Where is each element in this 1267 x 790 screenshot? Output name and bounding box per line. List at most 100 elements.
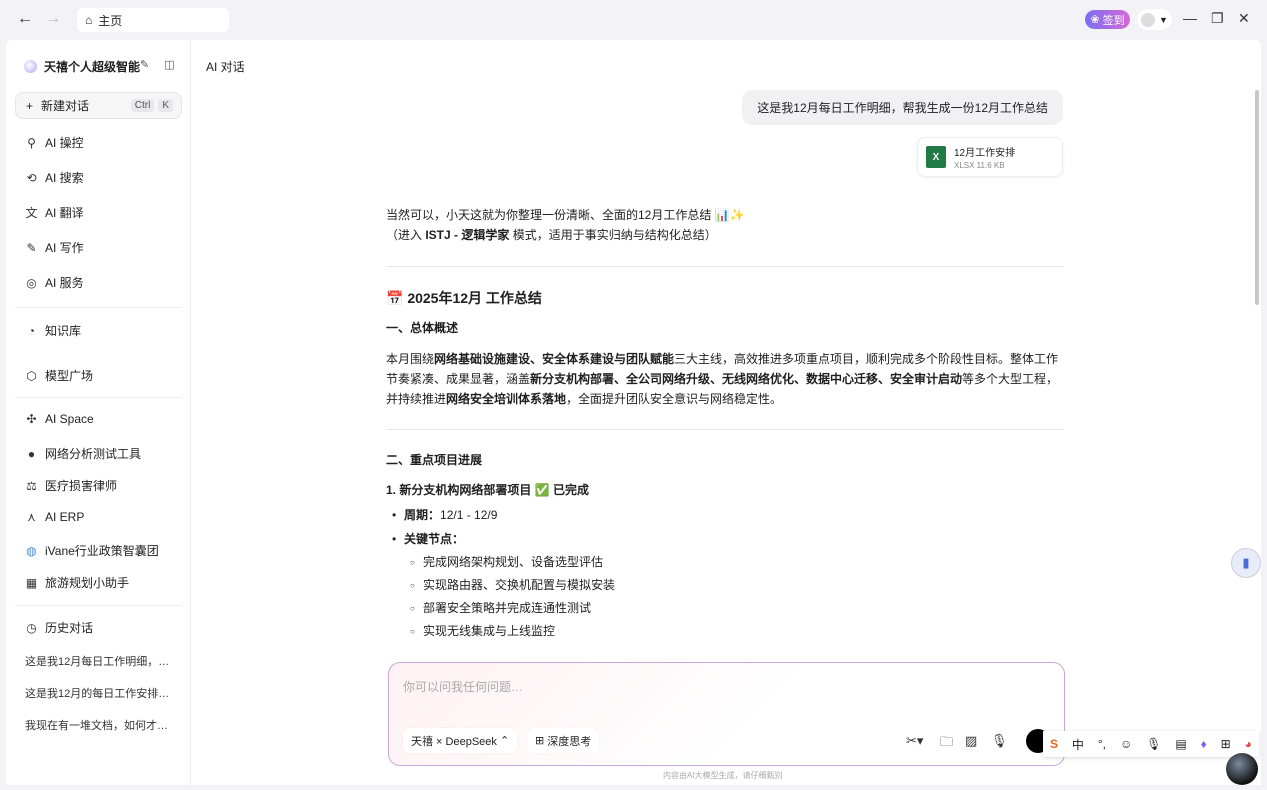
pen-icon: ✎	[26, 240, 37, 255]
folder-upload-icon[interactable]: 🗀	[940, 733, 953, 755]
summary-heading: 📅 2025年12月 工作总结	[386, 290, 542, 306]
agent-avatar-icon: ⚖	[26, 478, 37, 493]
assistant-response: 当然可以，小天这就为你整理一份清晰、全面的12月工作总结 📊✨ （进入 ISTJ…	[386, 205, 1064, 643]
translate-icon: 文	[25, 206, 38, 220]
shortcut-key: K	[158, 99, 173, 112]
divider	[15, 397, 182, 398]
avatar	[1141, 12, 1156, 27]
scissors-icon[interactable]: ✂▾	[906, 733, 923, 749]
service-icon: ◎	[26, 275, 37, 290]
microphone-icon[interactable]: 🎙	[991, 733, 1008, 749]
agent-avatar-icon: ◍	[26, 543, 37, 558]
keyboard-icon[interactable]: ▤	[1175, 737, 1186, 751]
agent-item[interactable]: ● 网络分析测试工具	[25, 445, 141, 462]
cube-icon: ⬡	[26, 368, 37, 383]
project-heading: 1. 新分支机构网络部署项目 ✅ 已完成	[386, 483, 589, 497]
minimize-button[interactable]: —	[1183, 10, 1197, 26]
caret-down-icon: ▼	[1159, 14, 1168, 25]
list-item: 部署安全策略并完成连通性测试	[386, 597, 1064, 620]
control-icon: ⚲	[27, 135, 36, 150]
user-message: 这是我12月每日工作明细，帮我生成一份12月工作总结	[742, 90, 1063, 125]
divider	[15, 307, 182, 308]
clock-icon: ◷	[26, 620, 37, 635]
chat-composer[interactable]: 你可以问我任何问题… 天禧 × DeepSeek ⌃ ⊞ 深度思考 ✂▾ 🗀 ▨…	[388, 662, 1065, 766]
list-item: 周期：12/1 - 12/9	[386, 503, 1064, 527]
agent-item[interactable]: ▦ 旅游规划小助手	[25, 574, 129, 591]
calendar-icon: 📅	[386, 290, 408, 306]
new-chat-button[interactable]: + 新建对话 Ctrl K	[15, 92, 182, 119]
home-icon: ⌂	[85, 13, 93, 27]
history-header: ◷ 历史对话	[26, 620, 94, 636]
app-window: 天禧个人超级智能 ✎ ◫ + 新建对话 Ctrl K ⚲ AI 操控 ⟲ AI 搜索 文 AI…	[6, 40, 1261, 785]
excel-icon: X	[926, 146, 946, 168]
maximize-button[interactable]: ❐	[1211, 10, 1224, 27]
sogou-logo-icon[interactable]: S	[1050, 737, 1058, 751]
sidebar-item-ai-control[interactable]: ⚲ AI 操控	[25, 134, 84, 151]
gift-icon: ❀	[1090, 14, 1100, 26]
model-selector[interactable]: 天禧 × DeepSeek ⌃	[403, 728, 518, 753]
sidebar-toggle-icon[interactable]: ◫	[164, 58, 174, 71]
shortcut-key: Ctrl	[130, 99, 155, 112]
divider	[386, 429, 1064, 430]
apps-grid-icon[interactable]: ⊞	[1221, 737, 1231, 751]
list-item: 完成网络架构规划、设备选型评估	[386, 551, 1064, 574]
sidebar: 天禧个人超级智能 ✎ ◫ + 新建对话 Ctrl K ⚲ AI 操控 ⟲ AI 搜索 文 AI…	[6, 40, 191, 785]
logo-icon	[24, 60, 37, 73]
sidebar-item-ai-space[interactable]: ✣ AI Space	[25, 412, 93, 426]
chevron-up-icon: ⌃	[499, 735, 510, 747]
list-item: 关键节点：	[386, 527, 1064, 551]
brain-icon: ⊞	[535, 735, 545, 747]
agent-item[interactable]: ◍ iVane行业政策智囊团	[25, 542, 159, 559]
user-menu[interactable]: ▼	[1137, 9, 1172, 30]
forward-button[interactable]: →	[45, 10, 61, 28]
brand: 天禧个人超级智能	[24, 58, 140, 75]
plus-icon: +	[26, 98, 34, 113]
floating-assistant-button[interactable]: ▮	[1231, 548, 1261, 578]
signin-button[interactable]: ❀ 签到	[1085, 10, 1130, 29]
sidebar-item-ai-translate[interactable]: 文 AI 翻译	[25, 204, 83, 221]
address-tab[interactable]: ⌂ 主页	[77, 8, 229, 32]
overview-paragraph: 本月围绕网络基础设施建设、安全体系建设与团队赋能三大主线，高效推进多项重点项目，…	[386, 352, 1059, 406]
sidebar-item-ai-writing[interactable]: ✎ AI 写作	[25, 239, 83, 256]
back-button[interactable]: ←	[17, 10, 33, 28]
sidebar-item-knowledge[interactable]: ◔ 知识库	[25, 322, 81, 339]
sidebar-item-ai-search[interactable]: ⟲ AI 搜索	[25, 169, 83, 186]
agent-item[interactable]: ⋏ AI ERP	[25, 510, 84, 524]
ime-toolbar: S 中 °, ☺ 🎙 ▤ ♦ ⊞ ◕	[1043, 731, 1259, 757]
list-item: 实现无线集成与上线监控	[386, 620, 1064, 643]
assistant-orb[interactable]	[1226, 753, 1258, 785]
edit-icon[interactable]: ✎	[140, 58, 149, 71]
list-item: 实现路由器、交换机配置与模拟安装	[386, 574, 1064, 597]
image-upload-icon[interactable]: ▨	[965, 733, 977, 749]
voice-icon[interactable]: 🎙	[1146, 737, 1161, 751]
punctuation-icon[interactable]: °,	[1098, 737, 1106, 751]
ime-language-toggle[interactable]: 中	[1072, 736, 1084, 753]
emoji-icon[interactable]: ☺	[1120, 737, 1132, 751]
title-bar: ← → ⌂ 主页 ❀ 签到 ▼ — ❐ ✕	[0, 0, 1267, 40]
sidebar-item-ai-service[interactable]: ◎ AI 服务	[25, 274, 83, 291]
chat-input[interactable]: 你可以问我任何问题…	[403, 678, 523, 695]
divider	[15, 605, 182, 606]
knowledge-icon: ◔	[27, 323, 36, 338]
agent-avatar-icon: ●	[27, 446, 36, 461]
agent-avatar-icon: ▦	[25, 575, 38, 590]
skin-icon[interactable]: ♦	[1201, 737, 1207, 751]
sidebar-item-models[interactable]: ⬡ 模型广场	[25, 367, 93, 384]
space-icon: ✣	[26, 412, 37, 426]
agent-avatar-icon: ⋏	[27, 510, 36, 524]
search-icon: ⟲	[26, 170, 37, 185]
close-button[interactable]: ✕	[1238, 10, 1250, 27]
history-item[interactable]: 这是我12月每日工作明细，帮我生成…	[25, 653, 175, 669]
mascot-icon[interactable]: ◕	[1245, 737, 1252, 751]
history-item[interactable]: 这是我12月的每日工作安排…	[25, 685, 175, 701]
page-title: AI 对话	[206, 60, 245, 74]
file-attachment[interactable]: X 12月工作安排 XLSX 11.6 KB	[917, 137, 1063, 177]
disclaimer: 内容由AI大模型生成，请仔细甄别	[663, 771, 783, 780]
section-heading: 一、总体概述	[386, 321, 459, 335]
history-item[interactable]: 我现在有一堆文档，如何才…	[25, 717, 175, 733]
deep-think-toggle[interactable]: ⊞ 深度思考	[527, 728, 600, 753]
agent-item[interactable]: ⚖ 医疗损害律师	[25, 477, 117, 494]
divider	[386, 266, 1064, 267]
scrollbar[interactable]	[1255, 90, 1259, 305]
section-heading: 二、重点项目进展	[386, 453, 483, 467]
